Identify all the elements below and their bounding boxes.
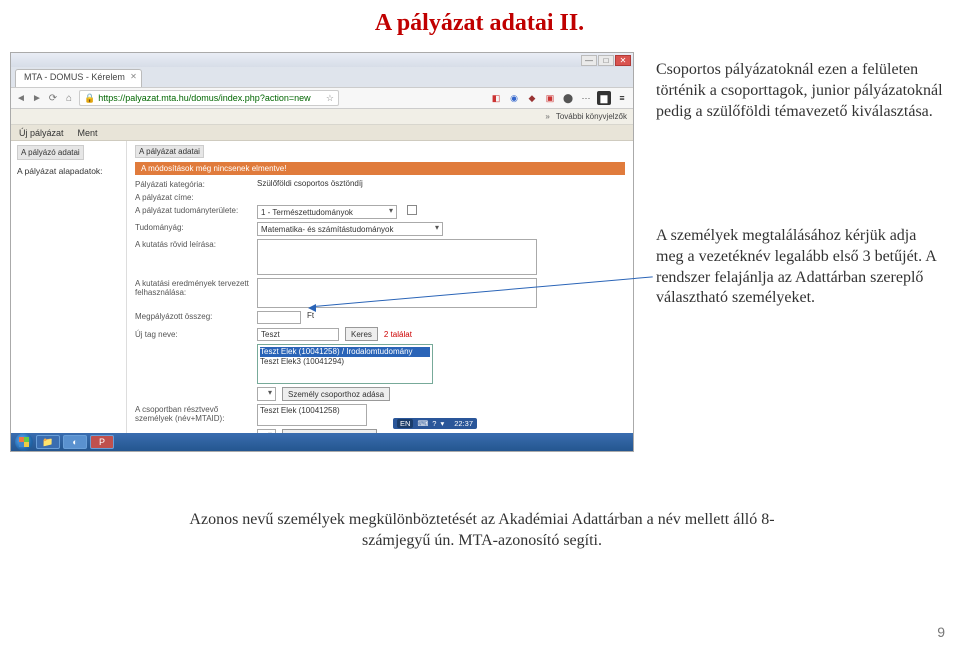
reload-icon[interactable]: ⟳ xyxy=(47,92,59,104)
taskbar-app-powerpoint[interactable]: P xyxy=(90,435,114,449)
minimize-button[interactable]: — xyxy=(581,55,597,66)
langbar-help-icon[interactable]: ? xyxy=(432,419,436,428)
window-titlebar: — □ ✕ xyxy=(11,53,633,67)
panel-title: A pályázat adatai xyxy=(135,145,204,158)
annotation-paragraph-1: Csoportos pályázatoknál ezen a felületen… xyxy=(656,60,946,122)
label-alapadatok: A pályázat alapadatok: xyxy=(17,166,120,177)
found-count: 2 találat xyxy=(384,330,412,339)
browser-tab[interactable]: MTA - DOMUS - Kérelem ✕ xyxy=(15,69,142,87)
home-icon[interactable]: ⌂ xyxy=(63,92,75,104)
value-kategoria: Szülőföldi csoportos ösztöndíj xyxy=(257,179,363,188)
page-number: 9 xyxy=(937,624,945,640)
url-text: https://palyazat.mta.hu/domus/index.php?… xyxy=(98,93,310,103)
annotation-arrow-head xyxy=(308,304,316,312)
list-item[interactable]: Teszt Elek (10041258) / Irodalomtudomány xyxy=(260,347,430,357)
start-button[interactable] xyxy=(15,433,33,451)
select-tudomany[interactable]: Matematika- és számítástudományok xyxy=(257,222,443,236)
menu-ment[interactable]: Ment xyxy=(78,128,98,138)
url-input[interactable]: 🔒 https://palyazat.mta.hu/domus/index.ph… xyxy=(79,90,339,106)
ext-icon-6[interactable]: ⋯ xyxy=(579,91,593,105)
list-item[interactable]: Teszt Elek (10041258) xyxy=(260,406,364,415)
url-bar-row: ◄ ► ⟳ ⌂ 🔒 https://palyazat.mta.hu/domus/… xyxy=(11,87,633,109)
listbox-participants[interactable]: Teszt Elek (10041258) xyxy=(257,404,367,426)
ext-icon-1[interactable]: ◧ xyxy=(489,91,503,105)
label-resztvevo: A csoportban résztvevő személyek (név+MT… xyxy=(135,404,251,423)
textarea-rovid-leiras[interactable] xyxy=(257,239,537,275)
label-terulet: A pályázat tudományterülete: xyxy=(135,205,251,215)
language-indicator[interactable]: EN xyxy=(397,419,413,428)
taskbar-app-explorer[interactable]: 📁 xyxy=(36,435,60,449)
lock-icon: 🔒 xyxy=(84,93,95,104)
tab-strip: MTA - DOMUS - Kérelem ✕ xyxy=(11,67,633,87)
app-menubar: Új pályázat Ment xyxy=(11,125,633,141)
listbox-matches[interactable]: Teszt Elek (10041258) / Irodalomtudomány… xyxy=(257,344,433,384)
taskbar: 📁 ◐ P xyxy=(11,433,633,451)
close-button[interactable]: ✕ xyxy=(615,55,631,66)
menu-icon[interactable]: ≡ xyxy=(615,91,629,105)
bookmark-star-icon[interactable]: ☆ xyxy=(326,93,334,104)
left-column: A pályázó adatai A pályázat alapadatok: xyxy=(11,141,127,433)
annotation-paragraph-2: A személyek megtalálásához kérjük adja m… xyxy=(656,226,946,309)
ext-icon-5[interactable]: ⬤ xyxy=(561,91,575,105)
select-terulet-value: 1 - Természettudományok xyxy=(261,208,353,217)
input-ujtag-value: Teszt xyxy=(261,330,280,339)
bookmarks-bar: » További könyvjelzők xyxy=(11,109,633,125)
select-tudomany-value: Matematika- és számítástudományok xyxy=(261,225,394,234)
menu-uj-palyazat[interactable]: Új pályázat xyxy=(19,128,64,138)
input-osszeg[interactable] xyxy=(257,311,301,324)
button-add-to-group[interactable]: Személy csoporthoz adása xyxy=(282,387,390,401)
ext-icon-2[interactable]: ◉ xyxy=(507,91,521,105)
langbar-time: 22:37 xyxy=(454,419,473,428)
checkbox-terulet[interactable] xyxy=(407,205,417,215)
back-icon[interactable]: ◄ xyxy=(15,92,27,104)
label-rovid-leiras: A kutatás rövid leírása: xyxy=(135,239,251,249)
button-keres[interactable]: Keres xyxy=(345,327,378,341)
tab-palyazo-adatai[interactable]: A pályázó adatai xyxy=(17,145,84,160)
forward-icon[interactable]: ► xyxy=(31,92,43,104)
toolbar-icons: ◧ ◉ ◆ ▣ ⬤ ⋯ ▆ ≡ xyxy=(489,91,629,105)
langbar-icon[interactable]: ⌨ xyxy=(417,419,428,428)
slide-title: A pályázat adatai II. xyxy=(0,0,959,45)
label-tudomany: Tudományág: xyxy=(135,222,251,232)
input-ujtag[interactable]: Teszt xyxy=(257,328,339,341)
ext-icon-7[interactable]: ▆ xyxy=(597,91,611,105)
label-cim: A pályázat címe: xyxy=(135,192,251,202)
select-terulet[interactable]: 1 - Természettudományok xyxy=(257,205,397,219)
language-bar[interactable]: EN ⌨ ? ▾ 22:37 xyxy=(393,418,477,429)
warning-bar: A módosítások még nincsenek elmentve! xyxy=(135,162,625,175)
label-ujtag: Új tag neve: xyxy=(135,329,251,339)
tab-close-icon[interactable]: ✕ xyxy=(130,72,137,81)
label-currency: Ft xyxy=(307,311,314,320)
label-kategoria: Pályázati kategória: xyxy=(135,179,251,189)
ext-icon-4[interactable]: ▣ xyxy=(543,91,557,105)
list-item[interactable]: Teszt Elek3 (10041294) xyxy=(260,357,430,367)
textarea-eredmeny[interactable] xyxy=(257,278,537,308)
browser-window: — □ ✕ MTA - DOMUS - Kérelem ✕ ◄ ► ⟳ ⌂ 🔒 … xyxy=(10,52,634,452)
taskbar-app-chrome[interactable]: ◐ xyxy=(63,435,87,449)
ext-icon-3[interactable]: ◆ xyxy=(525,91,539,105)
annotation-paragraph-3: Azonos nevű személyek megkülönböztetését… xyxy=(162,510,802,552)
langbar-arrow-icon[interactable]: ▾ xyxy=(440,419,444,428)
bookmarks-label[interactable]: További könyvjelzők xyxy=(556,112,627,121)
right-column: A pályázat adatai A módosítások még ninc… xyxy=(127,141,633,433)
label-eredmeny: A kutatási eredmények tervezett felhaszn… xyxy=(135,278,251,297)
label-osszeg: Megpályázott összeg: xyxy=(135,311,251,321)
bookmarks-overflow-icon[interactable]: » xyxy=(545,112,549,121)
select-arrow[interactable] xyxy=(257,387,276,401)
tab-title: MTA - DOMUS - Kérelem xyxy=(24,72,125,82)
maximize-button[interactable]: □ xyxy=(598,55,614,66)
